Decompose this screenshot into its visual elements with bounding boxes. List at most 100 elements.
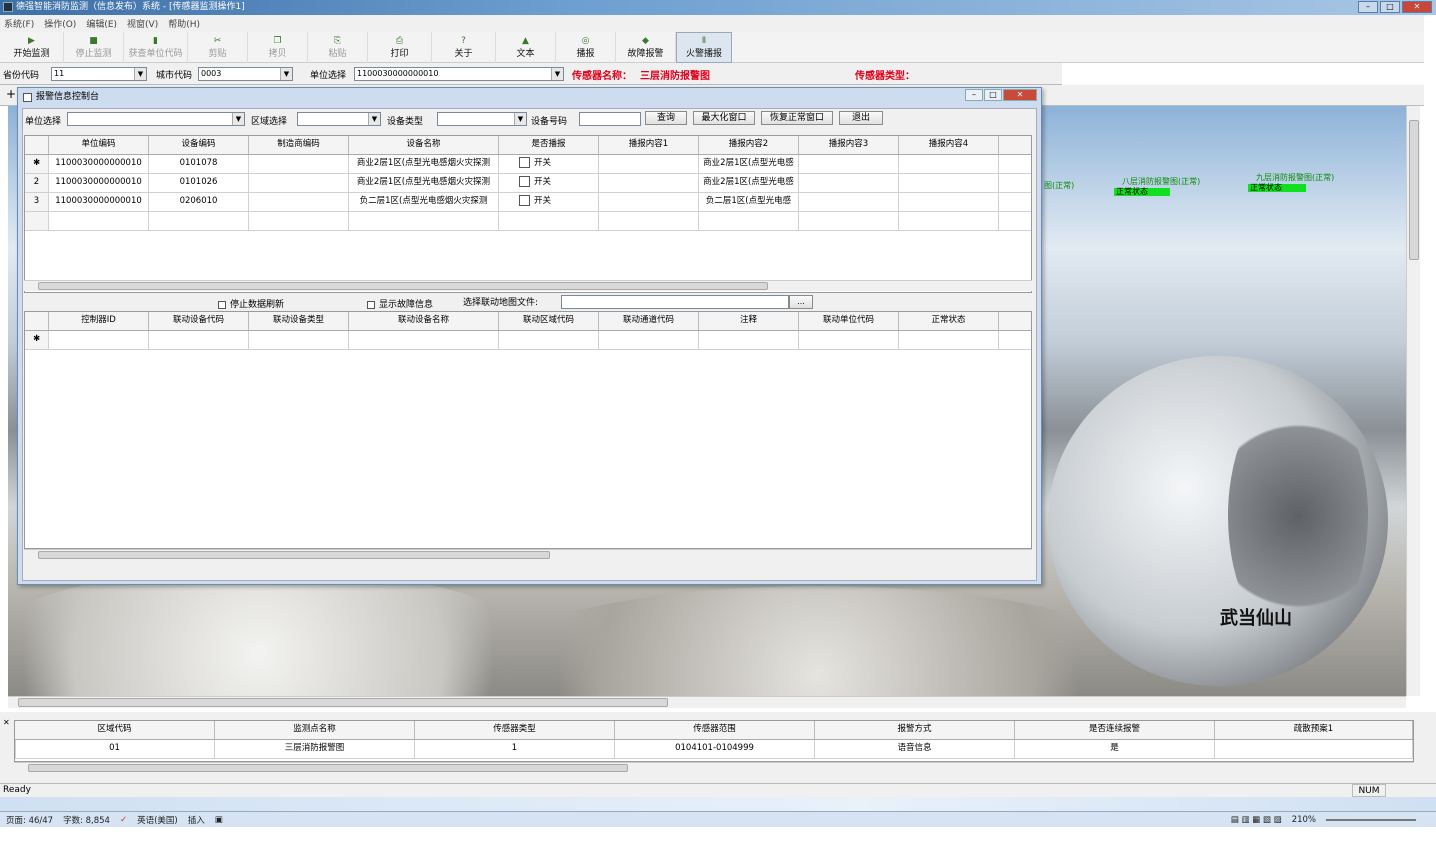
table-cell[interactable] bbox=[499, 212, 599, 230]
city-select[interactable]: 0003 ▼ bbox=[198, 67, 293, 81]
table-cell[interactable]: 0101078 bbox=[149, 155, 249, 173]
page-indicator[interactable]: 页面: 46/47 bbox=[6, 814, 53, 826]
table-cell[interactable] bbox=[249, 174, 349, 192]
column-header[interactable]: 报警方式 bbox=[815, 721, 1015, 739]
column-header[interactable]: 播报内容2 bbox=[699, 136, 799, 154]
maximize-button[interactable]: □ bbox=[1380, 1, 1400, 13]
table-cell[interactable] bbox=[149, 212, 249, 230]
table-cell[interactable]: 1100030000000010 bbox=[49, 193, 149, 211]
row-marker[interactable]: 2 bbox=[25, 174, 49, 192]
map-status-badge[interactable]: 正常状态 bbox=[1114, 188, 1170, 196]
column-header[interactable]: 控制器ID bbox=[49, 312, 149, 330]
toolbar-button-8[interactable]: ▲ 文本 bbox=[496, 32, 556, 63]
table-cell[interactable] bbox=[349, 331, 499, 349]
table-cell[interactable] bbox=[799, 155, 899, 173]
toolbar-button-5[interactable]: ⎘ 粘贴 bbox=[308, 32, 368, 63]
column-header[interactable]: 疏散预案1 bbox=[1215, 721, 1413, 739]
table-cell[interactable]: 1100030000000010 bbox=[49, 155, 149, 173]
table-cell[interactable]: 开关 bbox=[499, 193, 599, 211]
macro-icon[interactable]: ▣ bbox=[215, 815, 223, 825]
toolbar-button-7[interactable]: ? 关于 bbox=[432, 32, 496, 63]
dialog-close-button[interactable]: ✕ bbox=[1003, 89, 1037, 101]
toolbar-button-10[interactable]: ◆ 故障报警 bbox=[616, 32, 676, 63]
device-code-input[interactable] bbox=[579, 112, 641, 126]
column-header[interactable]: 传感器类型 bbox=[415, 721, 615, 739]
dialog-maximize-button[interactable]: □ bbox=[984, 89, 1002, 101]
table-cell[interactable] bbox=[49, 212, 149, 230]
row-marker[interactable]: 3 bbox=[25, 193, 49, 211]
column-header[interactable]: 是否连续报警 bbox=[1015, 721, 1215, 739]
province-select[interactable]: 11 ▼ bbox=[51, 67, 147, 81]
table-cell[interactable] bbox=[599, 212, 699, 230]
table-cell[interactable]: 商业2层1区(点型光电感烟火灾探测 bbox=[349, 155, 499, 173]
table-cell[interactable] bbox=[249, 331, 349, 349]
table-cell[interactable]: 开关 bbox=[499, 155, 599, 173]
table-cell[interactable]: 语音信息 bbox=[815, 740, 1015, 758]
column-header[interactable]: 播报内容4 bbox=[899, 136, 999, 154]
table-cell[interactable]: 商业2层1区(点型光电感 bbox=[699, 155, 799, 173]
show-fault-checkbox[interactable]: 显示故障信息 bbox=[367, 297, 433, 310]
table-cell[interactable]: 负二层1区(点型光电感烟火灾探测 bbox=[349, 193, 499, 211]
column-header[interactable]: 是否播报 bbox=[499, 136, 599, 154]
menu-view[interactable]: 视窗(V) bbox=[127, 17, 158, 30]
map-label[interactable]: 图(正常) bbox=[1042, 182, 1076, 190]
table-cell[interactable] bbox=[599, 193, 699, 211]
restore-window-button[interactable]: 恢复正常窗口 bbox=[761, 111, 833, 125]
toolbar-button-0[interactable]: ▶ 开始监测 bbox=[0, 32, 64, 63]
column-header[interactable]: 联动单位代码 bbox=[799, 312, 899, 330]
table-cell[interactable] bbox=[899, 331, 999, 349]
table-cell[interactable] bbox=[899, 174, 999, 192]
column-header[interactable]: 联动区域代码 bbox=[499, 312, 599, 330]
table-cell[interactable]: 开关 bbox=[499, 174, 599, 192]
broadcast-checkbox[interactable] bbox=[519, 157, 530, 168]
table-cell[interactable] bbox=[249, 155, 349, 173]
exit-button[interactable]: 退出 bbox=[839, 111, 883, 125]
row-marker[interactable]: ✱ bbox=[25, 155, 49, 173]
table-cell[interactable]: 负二层1区(点型光电感 bbox=[699, 193, 799, 211]
stop-refresh-checkbox[interactable]: 停止数据刷新 bbox=[218, 297, 284, 310]
column-header[interactable]: 联动设备代码 bbox=[149, 312, 249, 330]
table-cell[interactable]: 1 bbox=[415, 740, 615, 758]
horizontal-scrollbar[interactable] bbox=[8, 696, 1406, 708]
column-header[interactable]: 制造商编码 bbox=[249, 136, 349, 154]
broadcast-checkbox[interactable] bbox=[519, 195, 530, 206]
table-cell[interactable] bbox=[799, 212, 899, 230]
table-row[interactable]: ✱ 1100030000000010 0101078 商业2层1区(点型光电感烟火灾探… bbox=[25, 155, 1031, 174]
toolbar-button-3[interactable]: ✂ 剪贴 bbox=[188, 32, 248, 63]
table-cell[interactable] bbox=[599, 331, 699, 349]
unit-filter-select[interactable]: ▼ bbox=[67, 112, 245, 126]
row-marker[interactable] bbox=[25, 212, 49, 230]
map-label[interactable]: 八层消防报警图(正常) bbox=[1120, 178, 1202, 186]
table-cell[interactable] bbox=[899, 212, 999, 230]
table-cell[interactable]: 0101026 bbox=[149, 174, 249, 192]
browse-button[interactable]: ... bbox=[789, 295, 813, 309]
table-cell[interactable] bbox=[799, 174, 899, 192]
map-file-input[interactable] bbox=[561, 295, 789, 309]
table-cell[interactable] bbox=[799, 193, 899, 211]
menu-system[interactable]: 系统(F) bbox=[4, 17, 34, 30]
dialog-minimize-button[interactable]: – bbox=[965, 89, 983, 101]
toolbar-button-9[interactable]: ◎ 播报 bbox=[556, 32, 616, 63]
toolbar-button-11[interactable]: Ⅱ 火警播报 bbox=[676, 32, 732, 63]
table-cell[interactable]: 是 bbox=[1015, 740, 1215, 758]
minimize-button[interactable]: – bbox=[1358, 1, 1378, 13]
map-label[interactable]: 九层消防报警图(正常) bbox=[1254, 174, 1336, 182]
column-header[interactable]: 正常状态 bbox=[899, 312, 999, 330]
toolbar-button-2[interactable]: ▮ 获查单位代码 bbox=[124, 32, 188, 63]
column-header[interactable]: 联动设备名称 bbox=[349, 312, 499, 330]
zoom-slider[interactable] bbox=[1326, 818, 1416, 821]
table-cell[interactable] bbox=[899, 155, 999, 173]
plus-icon[interactable]: + bbox=[6, 87, 16, 101]
toolbar-button-4[interactable]: ❐ 拷贝 bbox=[248, 32, 308, 63]
column-header[interactable]: 播报内容3 bbox=[799, 136, 899, 154]
proofing-icon[interactable]: ✓ bbox=[120, 815, 127, 825]
menu-edit[interactable]: 编辑(E) bbox=[86, 17, 117, 30]
unit-select[interactable]: 1100030000000010 ▼ bbox=[354, 67, 564, 81]
table-cell[interactable] bbox=[599, 174, 699, 192]
area-filter-select[interactable]: ▼ bbox=[297, 112, 381, 126]
column-header[interactable]: 播报内容1 bbox=[599, 136, 699, 154]
table-row[interactable] bbox=[25, 212, 1031, 231]
table-row[interactable]: 01 三层消防报警图 1 0104101-0104999 语音信息是 bbox=[15, 740, 1413, 759]
broadcast-checkbox[interactable] bbox=[519, 176, 530, 187]
table-cell[interactable]: 0104101-0104999 bbox=[615, 740, 815, 758]
